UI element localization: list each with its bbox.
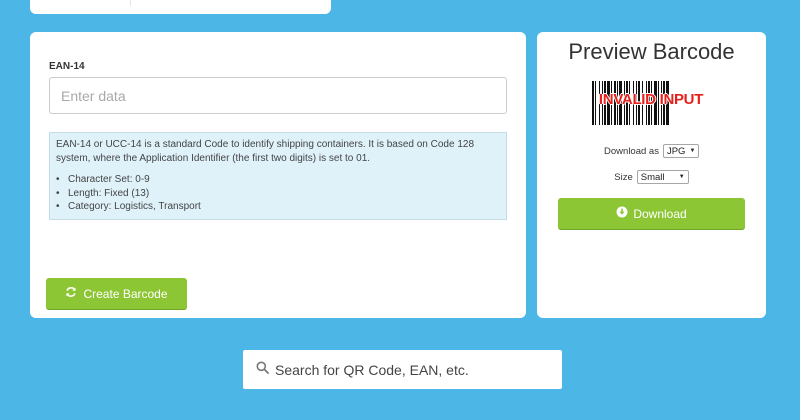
search-box[interactable]: Search for QR Code, EAN, etc. xyxy=(243,350,562,389)
refresh-icon xyxy=(65,286,77,301)
format-selected-value: JPG xyxy=(666,145,686,157)
top-panel-divider xyxy=(130,0,131,6)
barcode-data-input[interactable] xyxy=(49,77,507,114)
invalid-input-message: INVALID INPUT xyxy=(598,91,704,108)
size-label: Size xyxy=(614,171,633,183)
barcode-description: EAN-14 or UCC-14 is a standard Code to i… xyxy=(56,139,475,164)
barcode-details-list: Character Set: 0-9 Length: Fixed (13) Ca… xyxy=(56,173,500,214)
preview-card: Preview Barcode INVALID INPUT Download a… xyxy=(537,32,766,318)
barcode-preview-image: INVALID INPUT xyxy=(589,79,713,127)
search-icon xyxy=(256,361,269,379)
detail-category: Category: Logistics, Transport xyxy=(56,200,500,214)
ean14-field-label: EAN-14 xyxy=(49,61,85,72)
download-format-row: Download as JPG ▼ xyxy=(537,144,766,158)
create-barcode-button[interactable]: Create Barcode xyxy=(46,278,187,309)
select-arrow-icon: ▼ xyxy=(678,174,685,180)
download-button[interactable]: Download xyxy=(558,198,745,229)
download-label: Download xyxy=(633,206,687,221)
preview-title: Preview Barcode xyxy=(568,39,735,64)
barcode-info-box: EAN-14 or UCC-14 is a standard Code to i… xyxy=(49,132,507,220)
search-placeholder: Search for QR Code, EAN, etc. xyxy=(275,361,469,378)
download-as-label: Download as xyxy=(604,145,659,157)
select-arrow-icon: ▼ xyxy=(689,148,696,154)
size-selected-value: Small xyxy=(640,171,665,183)
detail-length: Length: Fixed (13) xyxy=(56,187,500,201)
size-select[interactable]: Small ▼ xyxy=(636,170,689,184)
top-panel-edge xyxy=(30,0,331,14)
download-circle-icon xyxy=(616,206,628,221)
detail-character-set: Character Set: 0-9 xyxy=(56,173,500,187)
format-select[interactable]: JPG ▼ xyxy=(662,144,699,158)
create-barcode-label: Create Barcode xyxy=(83,286,168,301)
generator-card: EAN-14 EAN-14 or UCC-14 is a standard Co… xyxy=(30,32,526,318)
size-row: Size Small ▼ xyxy=(537,170,766,184)
